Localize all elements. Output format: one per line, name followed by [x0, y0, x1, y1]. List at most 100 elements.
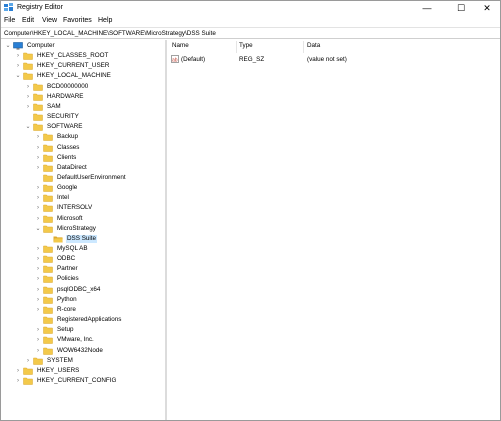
folder-icon: [33, 123, 43, 131]
tree-node[interactable]: ⌄ MicroStrategy: [35, 224, 165, 234]
expand-chevron-icon[interactable]: ›: [35, 205, 41, 211]
tree-node[interactable]: › ODBC: [35, 254, 165, 264]
tree-node[interactable]: SECURITY: [25, 112, 165, 122]
close-button[interactable]: ✕: [473, 1, 501, 15]
minimize-button[interactable]: —: [413, 1, 441, 15]
tree-node[interactable]: › Clients: [35, 153, 165, 163]
expand-chevron-icon[interactable]: ›: [35, 195, 41, 201]
tree-node[interactable]: › HKEY_CLASSES_ROOT: [15, 51, 165, 61]
tree-node-label: HKEY_LOCAL_MACHINE: [37, 72, 111, 80]
address-bar[interactable]: Computer\HKEY_LOCAL_MACHINE\SOFTWARE\Mic…: [1, 27, 500, 39]
expand-chevron-icon[interactable]: ›: [35, 256, 41, 262]
tree-node[interactable]: › HKEY_CURRENT_CONFIG: [15, 376, 165, 386]
expand-chevron-icon[interactable]: ›: [25, 104, 31, 110]
tree-node[interactable]: › HKEY_USERS: [15, 366, 165, 376]
expand-chevron-icon[interactable]: ›: [15, 53, 21, 59]
tree-node[interactable]: RegisteredApplications: [35, 315, 165, 325]
tree-node[interactable]: ⌄ HKEY_LOCAL_MACHINE: [15, 71, 165, 81]
tree-node[interactable]: › Python: [35, 295, 165, 305]
tree-node-label: Policies: [57, 275, 79, 283]
expand-chevron-icon[interactable]: ›: [35, 165, 41, 171]
folder-icon: [43, 154, 53, 162]
expand-chevron-icon[interactable]: ›: [35, 348, 41, 354]
expand-chevron-icon[interactable]: ›: [35, 185, 41, 191]
tree-node[interactable]: › DataDirect: [35, 163, 165, 173]
tree-node[interactable]: › Google: [35, 183, 165, 193]
expand-chevron-icon[interactable]: ›: [35, 155, 41, 161]
folder-icon: [43, 347, 53, 355]
tree-node[interactable]: › HKEY_CURRENT_USER: [15, 61, 165, 71]
tree-node-label: INTERSOLV: [57, 204, 93, 212]
string-value-icon: ab: [171, 55, 179, 63]
tree-node[interactable]: › Backup: [35, 132, 165, 142]
column-header-type[interactable]: Type: [239, 42, 253, 52]
expand-chevron-icon[interactable]: ›: [35, 287, 41, 293]
tree-node[interactable]: › Intel: [35, 193, 165, 203]
window-title: Registry Editor: [17, 4, 63, 11]
folder-icon: [43, 205, 53, 213]
collapse-chevron-icon[interactable]: ⌄: [5, 43, 11, 49]
expand-chevron-icon[interactable]: ›: [25, 358, 31, 364]
tree-node[interactable]: › INTERSOLV: [35, 203, 165, 213]
expand-chevron-icon[interactable]: ›: [35, 145, 41, 151]
tree-node[interactable]: › BCD00000000: [25, 82, 165, 92]
expand-chevron-icon[interactable]: ›: [25, 94, 31, 100]
tree-node[interactable]: › Partner: [35, 264, 165, 274]
column-header-name[interactable]: Name: [172, 42, 189, 52]
expand-chevron-icon[interactable]: ›: [15, 368, 21, 374]
tree-node[interactable]: › psqlODBC_x64: [35, 285, 165, 295]
folder-open-icon: [53, 236, 63, 243]
folder-icon: [33, 83, 43, 91]
tree-node[interactable]: ⌄ SOFTWARE: [25, 122, 165, 132]
expand-chevron-icon[interactable]: ›: [35, 134, 41, 140]
expand-chevron-icon[interactable]: ›: [35, 276, 41, 282]
collapse-chevron-icon[interactable]: ⌄: [35, 226, 41, 232]
tree-node-label: Google: [57, 184, 78, 192]
tree-node[interactable]: DSS Suite: [45, 234, 165, 244]
tree-node[interactable]: › Classes: [35, 143, 165, 153]
tree-node[interactable]: › Microsoft: [35, 214, 165, 224]
expand-chevron-icon[interactable]: ›: [25, 84, 31, 90]
expand-chevron-icon[interactable]: ›: [35, 307, 41, 313]
tree-node[interactable]: › WOW6432Node: [35, 346, 165, 356]
maximize-button[interactable]: ☐: [447, 1, 475, 15]
expand-chevron-icon[interactable]: ›: [35, 216, 41, 222]
tree-node[interactable]: ⌄ Computer: [5, 41, 165, 51]
tree-node[interactable]: › SYSTEM: [25, 356, 165, 366]
expand-chevron-icon[interactable]: ›: [35, 266, 41, 272]
menu-file[interactable]: File: [4, 17, 15, 24]
svg-text:ab: ab: [172, 58, 178, 64]
tree-node-label: MySQL AB: [57, 245, 88, 252]
column-header-data[interactable]: Data: [307, 42, 320, 52]
menu-favorites[interactable]: Favorites: [63, 17, 92, 24]
tree-node-label: R-core: [57, 305, 76, 313]
tree-node[interactable]: › Setup: [35, 325, 165, 335]
address-path[interactable]: Computer\HKEY_LOCAL_MACHINE\SOFTWARE\Mic…: [4, 30, 216, 37]
values-list[interactable]: Name Type Data ab (Default) REG_SZ (valu…: [169, 40, 500, 420]
collapse-chevron-icon[interactable]: ⌄: [25, 124, 31, 130]
value-row[interactable]: ab (Default) REG_SZ (value not set): [169, 55, 500, 65]
expand-chevron-icon[interactable]: ›: [35, 297, 41, 303]
expand-chevron-icon[interactable]: ›: [35, 327, 41, 333]
tree-node[interactable]: › VMware, Inc.: [35, 335, 165, 345]
expand-chevron-icon[interactable]: ›: [15, 63, 21, 69]
folder-icon: [23, 377, 33, 385]
column-divider[interactable]: [236, 41, 237, 53]
expand-chevron-icon[interactable]: ›: [15, 378, 21, 384]
tree-node[interactable]: › Policies: [35, 274, 165, 284]
tree-node-label: MicroStrategy: [57, 224, 96, 232]
tree-node[interactable]: › SAM: [25, 102, 165, 112]
tree-node[interactable]: › R-core: [35, 305, 165, 315]
tree-node[interactable]: › HARDWARE: [25, 92, 165, 102]
collapse-chevron-icon[interactable]: ⌄: [15, 73, 21, 79]
tree-node-label: HARDWARE: [47, 92, 84, 100]
expand-chevron-icon[interactable]: ›: [35, 337, 41, 343]
menu-view[interactable]: View: [42, 17, 57, 24]
tree-node[interactable]: › MySQL AB: [35, 244, 165, 254]
registry-tree[interactable]: ⌄ Computer › HKEY_CLASSES_ROOT › HKEY_CURRENT…: [1, 40, 167, 420]
expand-chevron-icon[interactable]: ›: [35, 246, 41, 252]
column-divider[interactable]: [303, 41, 304, 53]
menu-edit[interactable]: Edit: [22, 17, 34, 24]
menu-help[interactable]: Help: [98, 17, 112, 24]
tree-node[interactable]: DefaultUserEnvironment: [35, 173, 165, 183]
